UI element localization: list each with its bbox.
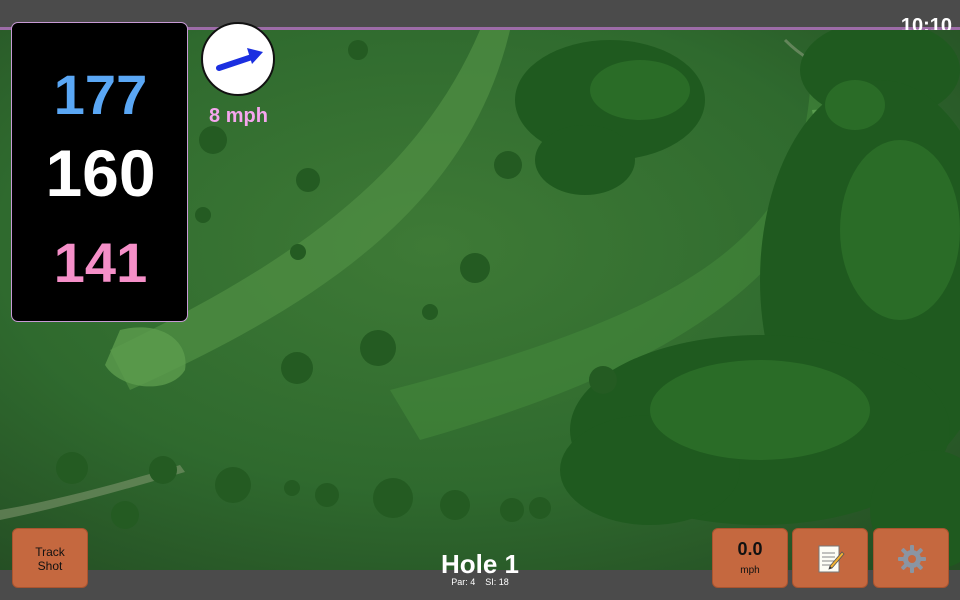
gear-icon <box>898 545 926 573</box>
distance-front: 141 <box>53 231 148 294</box>
track-shot-label: Track Shot <box>35 545 65 573</box>
speed-value: 0.0 <box>737 539 763 559</box>
distance-back: 177 <box>53 63 148 126</box>
wind-indicator[interactable] <box>201 22 275 96</box>
track-shot-button[interactable]: Track Shot <box>12 528 88 588</box>
distance-middle: 160 <box>45 136 156 210</box>
hole-stroke-index: SI: 18 <box>485 577 509 587</box>
hole-details: Par: 4 SI: 18 <box>380 577 580 587</box>
speed-unit: mph <box>740 565 760 576</box>
wind-arrow-icon <box>216 48 263 71</box>
hole-par: Par: 4 <box>451 577 476 587</box>
notepad-icon <box>818 545 845 573</box>
notes-button[interactable] <box>792 528 868 588</box>
speed-button[interactable]: 0.0 mph <box>712 528 788 588</box>
wind-speed-label: 8 mph <box>209 105 268 127</box>
distance-panel: 177 160 141 <box>11 22 188 322</box>
settings-button[interactable] <box>873 528 949 588</box>
hole-title: Hole 1 <box>440 549 520 579</box>
